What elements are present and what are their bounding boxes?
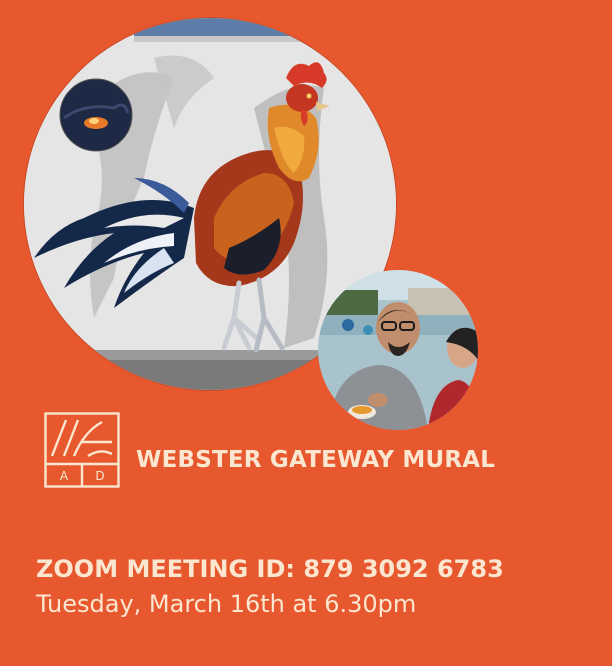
mural-title: WEBSTER GATEWAY MURAL [136, 447, 496, 473]
community-photo [318, 270, 478, 430]
zoom-meeting-id: ZOOM MEETING ID: 879 3092 6783 [36, 555, 504, 583]
meeting-date-time: Tuesday, March 16th at 6.30pm [36, 590, 417, 618]
logo-letter-a: A [60, 469, 69, 483]
flyer: A D WEBSTER GATEWAY MURAL ZOOM MEETING I… [0, 0, 612, 666]
ad-logo: A D [44, 412, 120, 488]
logo-letter-d: D [95, 469, 104, 483]
